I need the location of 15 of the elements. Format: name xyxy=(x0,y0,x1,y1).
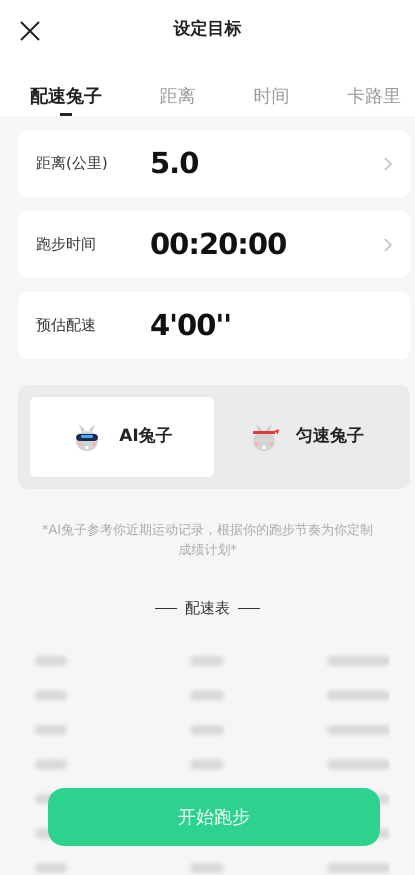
page-title: 设定目标 xyxy=(174,18,242,42)
setting-row[interactable]: 跑步时间 00:20:00 xyxy=(18,211,410,278)
pace-table-title: 配速表 xyxy=(185,598,230,619)
setting-value: 00:20:00 xyxy=(150,226,288,263)
tab[interactable]: 配速兔子 xyxy=(30,76,102,116)
mode-description: *AI兔子参考你近期运动记录，根据你的跑步节奏为你定制成绩计划* xyxy=(40,522,374,560)
setting-value: 5.0 xyxy=(150,144,200,182)
close-icon xyxy=(20,20,40,41)
rabbit-mode-option[interactable]: AI兔子 xyxy=(30,397,214,477)
setting-label: 距离(公里) xyxy=(36,153,109,174)
setting-label: 预估配速 xyxy=(36,315,97,336)
rabbit-mode-option[interactable]: 匀速兔子 xyxy=(214,397,398,477)
setting-value: 4'00'' xyxy=(150,306,232,344)
setting-row[interactable]: 距离(公里) 5.0 xyxy=(18,130,410,197)
setting-label: 跑步时间 xyxy=(36,234,97,256)
